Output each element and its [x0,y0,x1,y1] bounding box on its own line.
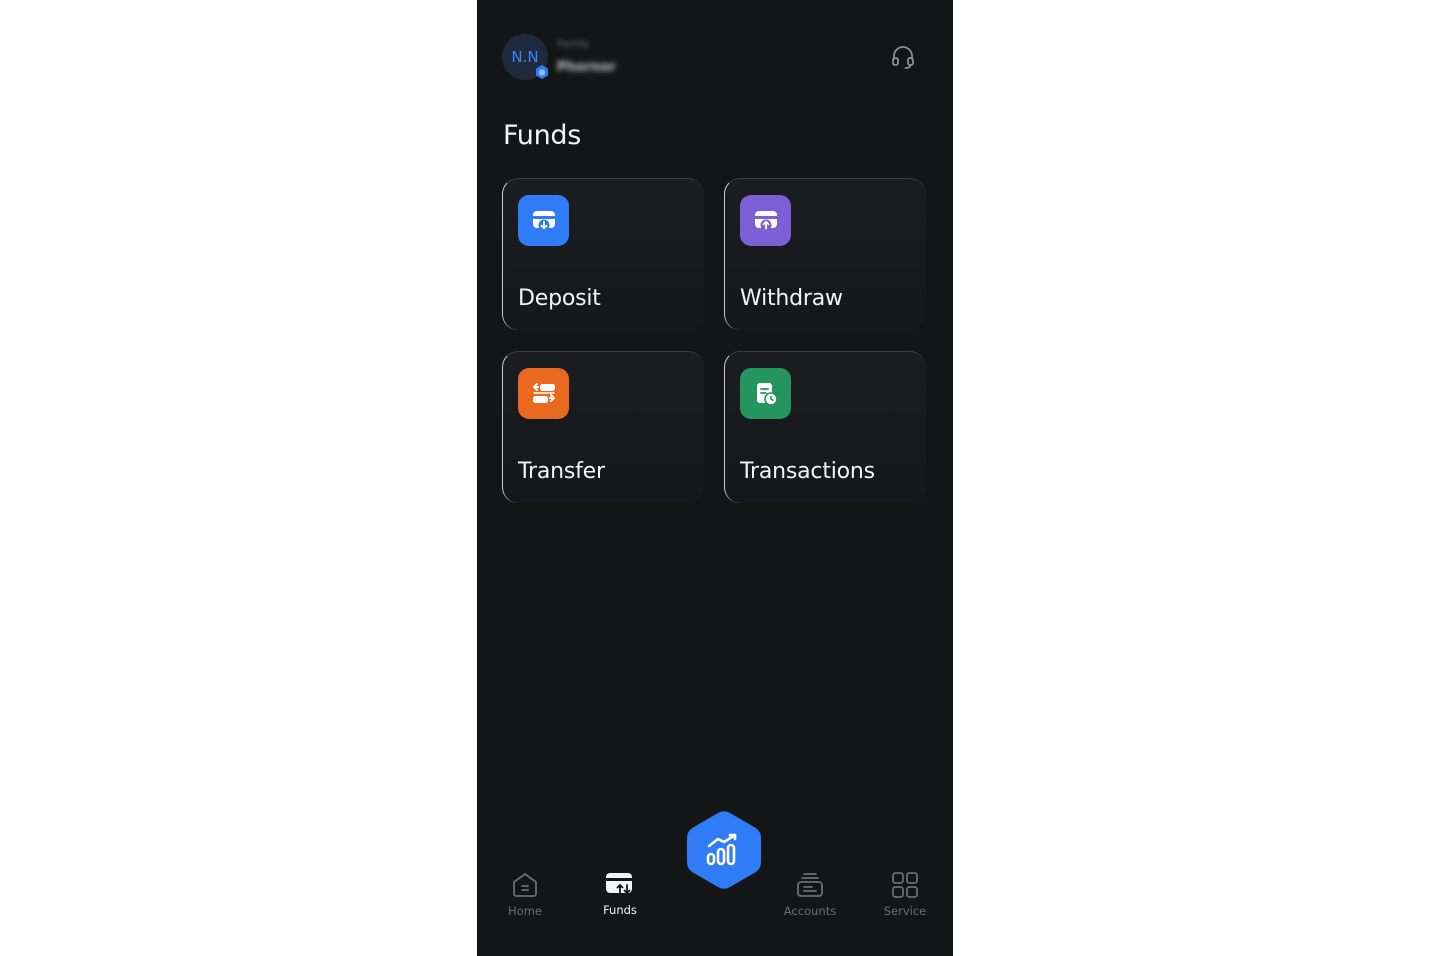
user-name-top: Family [557,39,590,50]
headset-icon[interactable] [889,43,917,71]
transfer-icon [518,368,569,419]
withdraw-tile[interactable]: Withdraw [724,178,926,330]
page-title: Funds [503,120,581,151]
nav-funds-label: Funds [603,903,637,917]
transfer-tile[interactable]: Transfer [502,351,704,503]
transactions-icon [740,368,791,419]
accounts-icon [797,873,823,897]
transactions-label: Transactions [740,459,875,484]
withdraw-label: Withdraw [740,286,843,311]
service-grid-icon [892,872,918,898]
funds-icon [606,873,632,894]
verified-badge-icon [536,65,548,79]
home-icon [513,873,537,897]
nav-home-label: Home [508,904,542,918]
user-name: Phornor [557,60,616,75]
nav-funds[interactable]: Funds [585,869,655,917]
transfer-label: Transfer [518,459,605,484]
transactions-tile[interactable]: Transactions [724,351,926,503]
deposit-label: Deposit [518,286,601,311]
withdraw-icon [740,195,791,246]
nav-service[interactable]: Service [870,870,940,918]
nav-home[interactable]: Home [490,870,560,918]
nav-accounts[interactable]: Accounts [775,870,845,918]
trade-button[interactable] [682,808,766,892]
deposit-icon [518,195,569,246]
funds-screen: N.N Family Phornor Funds Deposit Withdra… [477,0,953,956]
nav-accounts-label: Accounts [783,904,837,918]
nav-service-label: Service [883,904,927,918]
deposit-tile[interactable]: Deposit [502,178,704,330]
